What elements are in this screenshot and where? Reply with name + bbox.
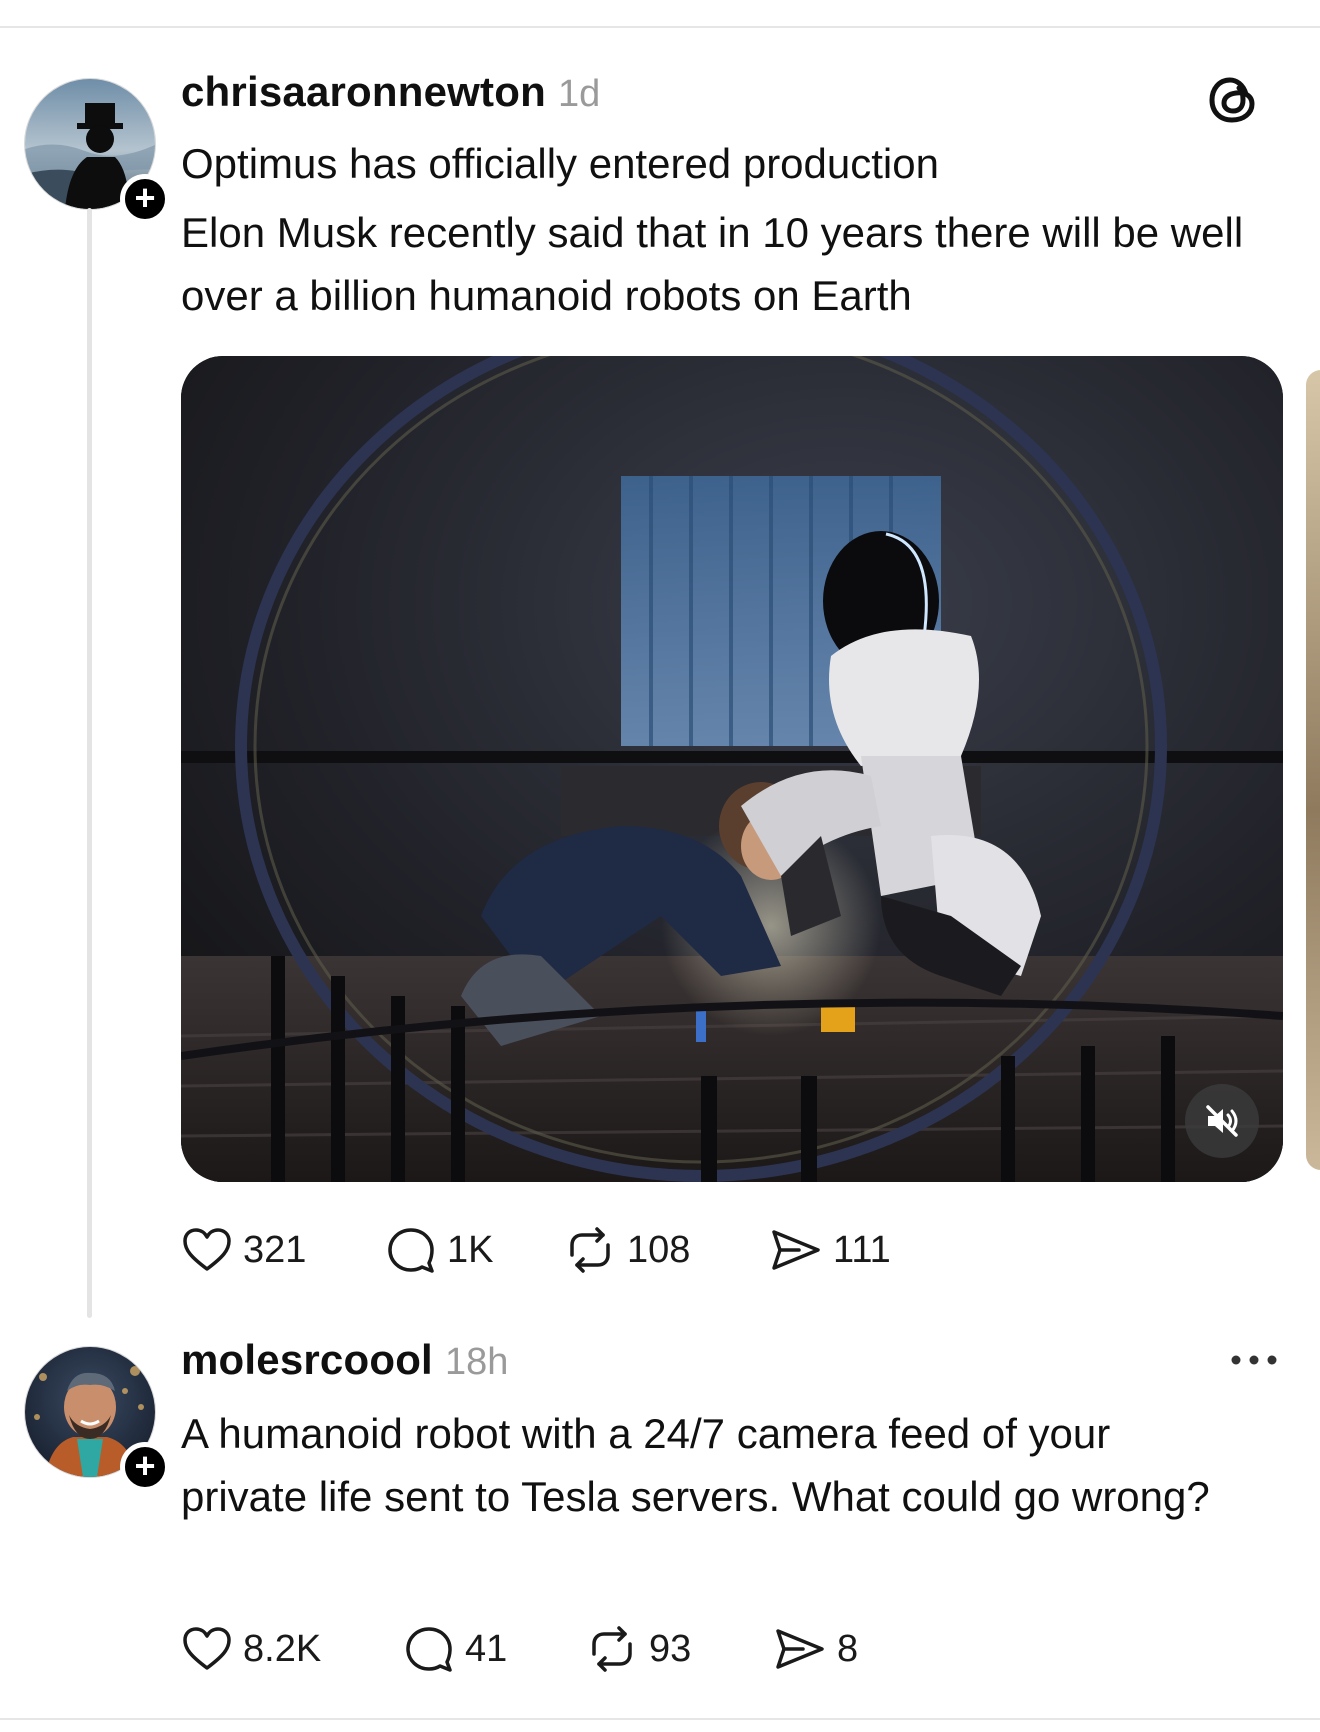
speaker-muted-icon xyxy=(1206,1105,1238,1137)
thread-connector-line xyxy=(87,208,92,1318)
bottom-divider xyxy=(0,1718,1320,1720)
top-divider xyxy=(0,26,1320,28)
heart-icon xyxy=(183,1228,231,1271)
post1-text-line2: Elon Musk recently said that in 10 years… xyxy=(181,209,1244,319)
post2-avatar-container[interactable]: + xyxy=(24,1346,170,1492)
post1-follow-plus-icon[interactable]: + xyxy=(120,174,170,224)
post2-actions: 8.2K 41 93 8 xyxy=(181,1624,858,1674)
send-icon xyxy=(776,1629,824,1669)
post2-repost-button[interactable]: 93 xyxy=(585,1624,773,1674)
post2-share-count: 8 xyxy=(837,1628,859,1670)
post1-reply-button[interactable]: 1K xyxy=(385,1225,563,1275)
post2-text: A humanoid robot with a 24/7 camera feed… xyxy=(181,1410,1210,1520)
post1-header: chrisaaronnewton 1d xyxy=(181,68,1271,128)
threads-logo-icon[interactable] xyxy=(1206,72,1262,128)
post1-text-line1: Optimus has officially entered productio… xyxy=(181,140,939,187)
post2-timestamp: 18h xyxy=(444,1341,509,1383)
post1-timestamp: 1d xyxy=(557,73,601,115)
post2-header: molesrcoool 18h xyxy=(181,1336,1271,1396)
post2-body: A humanoid robot with a 24/7 camera feed… xyxy=(181,1402,1241,1528)
post2-repost-count: 93 xyxy=(649,1628,692,1670)
post1-actions: 321 1K 108 111 xyxy=(181,1225,891,1275)
post2-content: molesrcoool 18h A humanoid robot with a … xyxy=(181,1336,1271,1528)
repost-arrows-icon xyxy=(592,1626,632,1672)
post1-like-count: 321 xyxy=(243,1229,307,1271)
post2-like-count: 8.2K xyxy=(243,1628,322,1670)
post1-repost-button[interactable]: 108 xyxy=(563,1225,769,1275)
mute-toggle-button[interactable] xyxy=(1185,1084,1259,1158)
post1-like-button[interactable]: 321 xyxy=(181,1226,385,1274)
post1-share-button[interactable]: 111 xyxy=(769,1226,891,1274)
post2-username[interactable]: molesrcoool xyxy=(181,1336,433,1384)
more-dots-icon xyxy=(1231,1355,1277,1365)
comment-bubble-icon xyxy=(406,1627,452,1672)
post2-like-button[interactable]: 8.2K xyxy=(181,1625,403,1673)
send-icon xyxy=(772,1230,820,1270)
post1-reply-count: 1K xyxy=(447,1229,494,1271)
post1-avatar-container[interactable]: + xyxy=(24,78,170,224)
comment-bubble-icon xyxy=(388,1228,434,1273)
post1-video[interactable] xyxy=(181,356,1283,1182)
post1-username[interactable]: chrisaaronnewton xyxy=(181,68,546,116)
post2-reply-button[interactable]: 41 xyxy=(403,1624,585,1674)
post1-share-count: 111 xyxy=(833,1229,891,1271)
post2-reply-count: 41 xyxy=(465,1628,508,1670)
post2-follow-plus-icon[interactable]: + xyxy=(120,1442,170,1492)
post2-share-button[interactable]: 8 xyxy=(773,1625,858,1673)
post1-content: chrisaaronnewton 1d Optimus has official… xyxy=(181,68,1271,327)
post1-body: Optimus has officially entered productio… xyxy=(181,132,1271,327)
post2-more-button[interactable] xyxy=(1228,1350,1280,1370)
post1-repost-count: 108 xyxy=(627,1229,691,1271)
repost-arrows-icon xyxy=(570,1227,610,1273)
heart-icon xyxy=(183,1627,231,1670)
next-media-peek[interactable] xyxy=(1306,370,1320,1170)
